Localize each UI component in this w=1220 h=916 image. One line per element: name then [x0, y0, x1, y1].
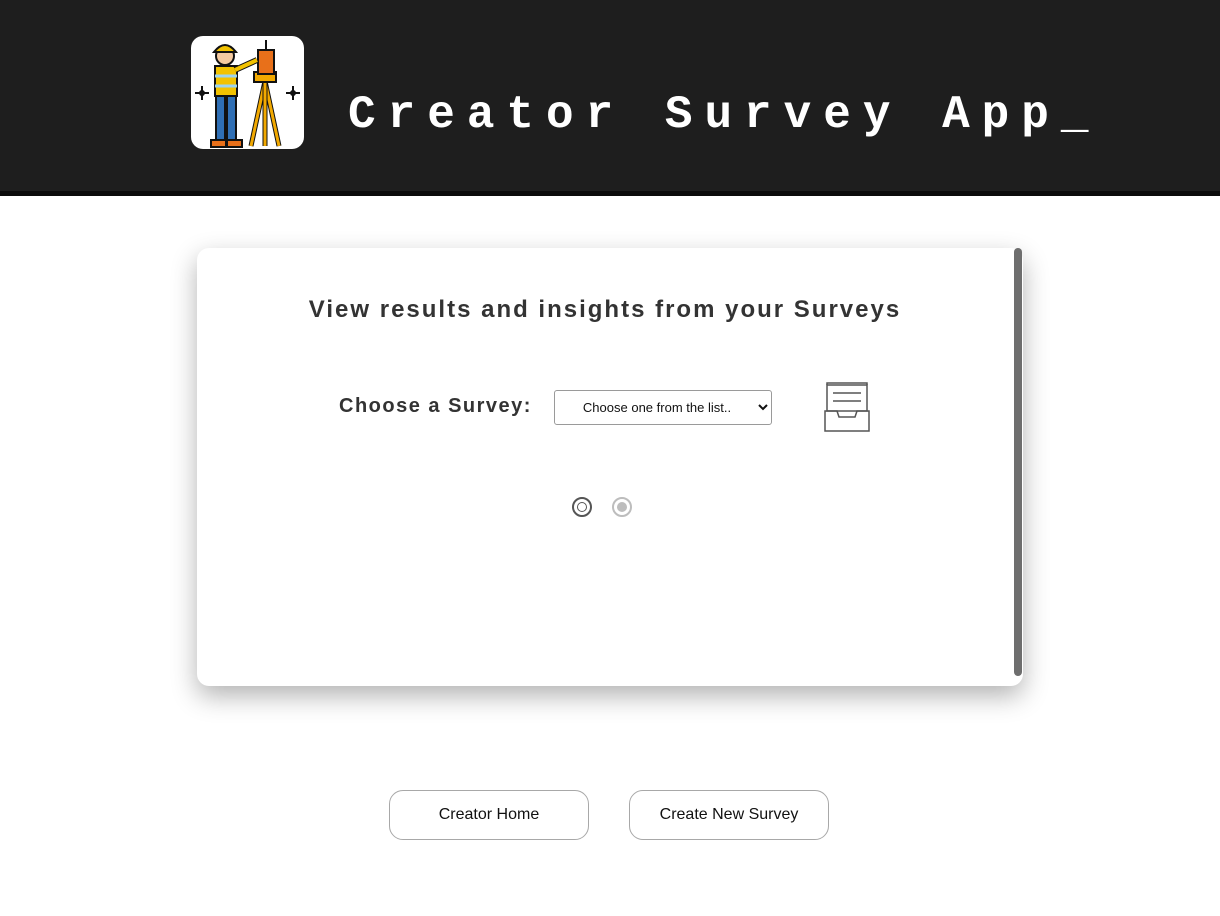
pager-dot-2[interactable]: [612, 497, 632, 517]
creator-home-button[interactable]: Creator Home: [389, 790, 589, 840]
card-scrollbar[interactable]: [1013, 248, 1023, 686]
choose-survey-label: Choose a Survey:: [339, 395, 532, 417]
app-header: Creator Survey App_: [0, 0, 1220, 196]
inbox-tray-icon[interactable]: [823, 379, 871, 433]
pager-dot-1[interactable]: [572, 497, 592, 517]
card-scrollbar-thumb[interactable]: [1014, 248, 1022, 676]
create-new-survey-button[interactable]: Create New Survey: [629, 790, 829, 840]
survey-select[interactable]: Choose one from the list..: [554, 390, 772, 425]
surveyor-logo-icon: [191, 36, 304, 149]
card-heading: View results and insights from your Surv…: [308, 296, 902, 323]
survey-results-card: View results and insights from your Surv…: [197, 248, 1023, 686]
app-title: Creator Survey App_: [348, 89, 1101, 141]
